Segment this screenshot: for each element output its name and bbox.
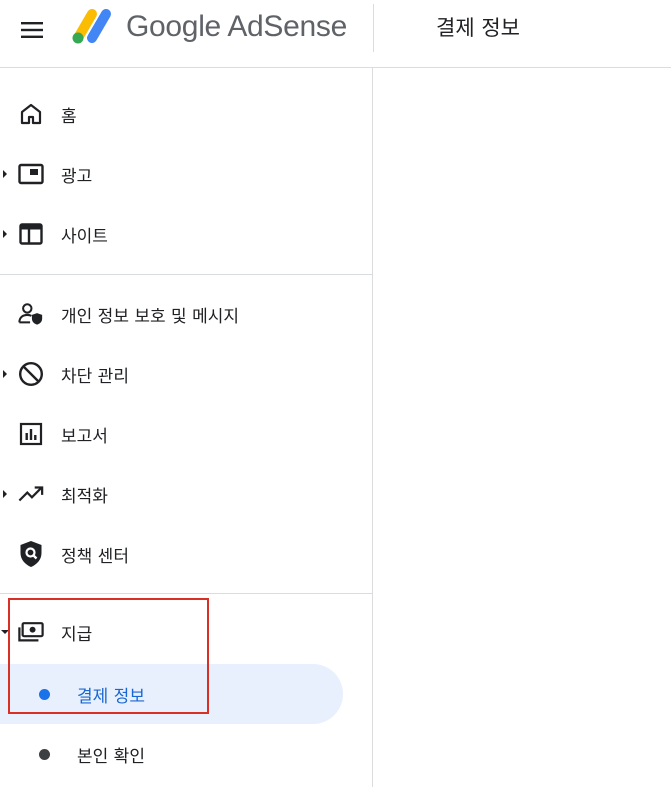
sidebar-item-reports[interactable]: 보고서 xyxy=(0,404,373,464)
home-icon xyxy=(18,101,44,127)
adsense-app: Google AdSense 결제 정보 홈 광고 사이트 개인 정보 보호 및… xyxy=(0,0,671,787)
sidebar-item-optimization[interactable]: 최적화 xyxy=(0,464,373,524)
reports-icon xyxy=(18,421,44,447)
sidebar-subitem-payment-info[interactable]: 결제 정보 xyxy=(0,664,343,724)
app-logo-text[interactable]: Google AdSense xyxy=(126,10,347,44)
sidebar: 홈 광고 사이트 개인 정보 보호 및 메시지 차단 관리 보고서 최적화 정책… xyxy=(0,68,373,787)
sidebar-item-label: 지급 xyxy=(61,624,93,645)
sidebar-item-label: 개인 정보 보호 및 메시지 xyxy=(61,306,240,327)
sidebar-subitem-label: 결제 정보 xyxy=(77,686,145,707)
optimization-icon xyxy=(18,481,44,507)
expand-arrow-icon[interactable] xyxy=(3,170,7,178)
expand-arrow-icon[interactable] xyxy=(3,370,7,378)
sidebar-item-label: 홈 xyxy=(61,106,77,127)
expand-arrow-icon[interactable] xyxy=(3,230,7,238)
privacy-messaging-icon xyxy=(18,301,44,327)
collapse-arrow-icon[interactable] xyxy=(1,630,9,634)
sidebar-item-label: 차단 관리 xyxy=(61,366,129,387)
bullet-dot-icon xyxy=(39,688,50,700)
adsense-logo-icon[interactable] xyxy=(70,6,114,46)
sidebar-item-label: 광고 xyxy=(61,166,93,187)
sidebar-item-privacy-messaging[interactable]: 개인 정보 보호 및 메시지 xyxy=(0,284,373,344)
top-app-bar: Google AdSense 결제 정보 xyxy=(0,0,671,68)
header-divider xyxy=(373,4,374,52)
sidebar-item-label: 정책 센터 xyxy=(61,546,129,567)
sidebar-item-policy-center[interactable]: 정책 센터 xyxy=(0,524,373,584)
sidebar-subitem-identity-verification[interactable]: 본인 확인 xyxy=(0,724,343,784)
sidebar-item-blocking-controls[interactable]: 차단 관리 xyxy=(0,344,373,404)
sidebar-item-sites[interactable]: 사이트 xyxy=(0,204,373,264)
payments-icon xyxy=(18,619,44,645)
sidebar-item-ads[interactable]: 광고 xyxy=(0,144,373,204)
section-divider xyxy=(0,593,373,594)
bullet-dot-icon xyxy=(39,748,50,760)
page-title: 결제 정보 xyxy=(436,16,520,40)
ads-icon xyxy=(18,161,44,187)
main-content xyxy=(374,69,671,787)
policy-center-icon xyxy=(18,541,44,567)
sidebar-item-label: 최적화 xyxy=(61,486,108,507)
expand-arrow-icon[interactable] xyxy=(3,490,7,498)
sidebar-item-label: 사이트 xyxy=(61,226,108,247)
sites-icon xyxy=(18,221,44,247)
sidebar-subitem-label: 본인 확인 xyxy=(77,746,145,767)
hamburger-menu-icon[interactable] xyxy=(14,12,50,48)
sidebar-item-label: 보고서 xyxy=(61,426,108,447)
sidebar-item-home[interactable]: 홈 xyxy=(0,84,373,144)
block-icon xyxy=(18,361,44,387)
section-divider xyxy=(0,274,373,275)
sidebar-item-payments[interactable]: 지급 xyxy=(0,602,373,662)
